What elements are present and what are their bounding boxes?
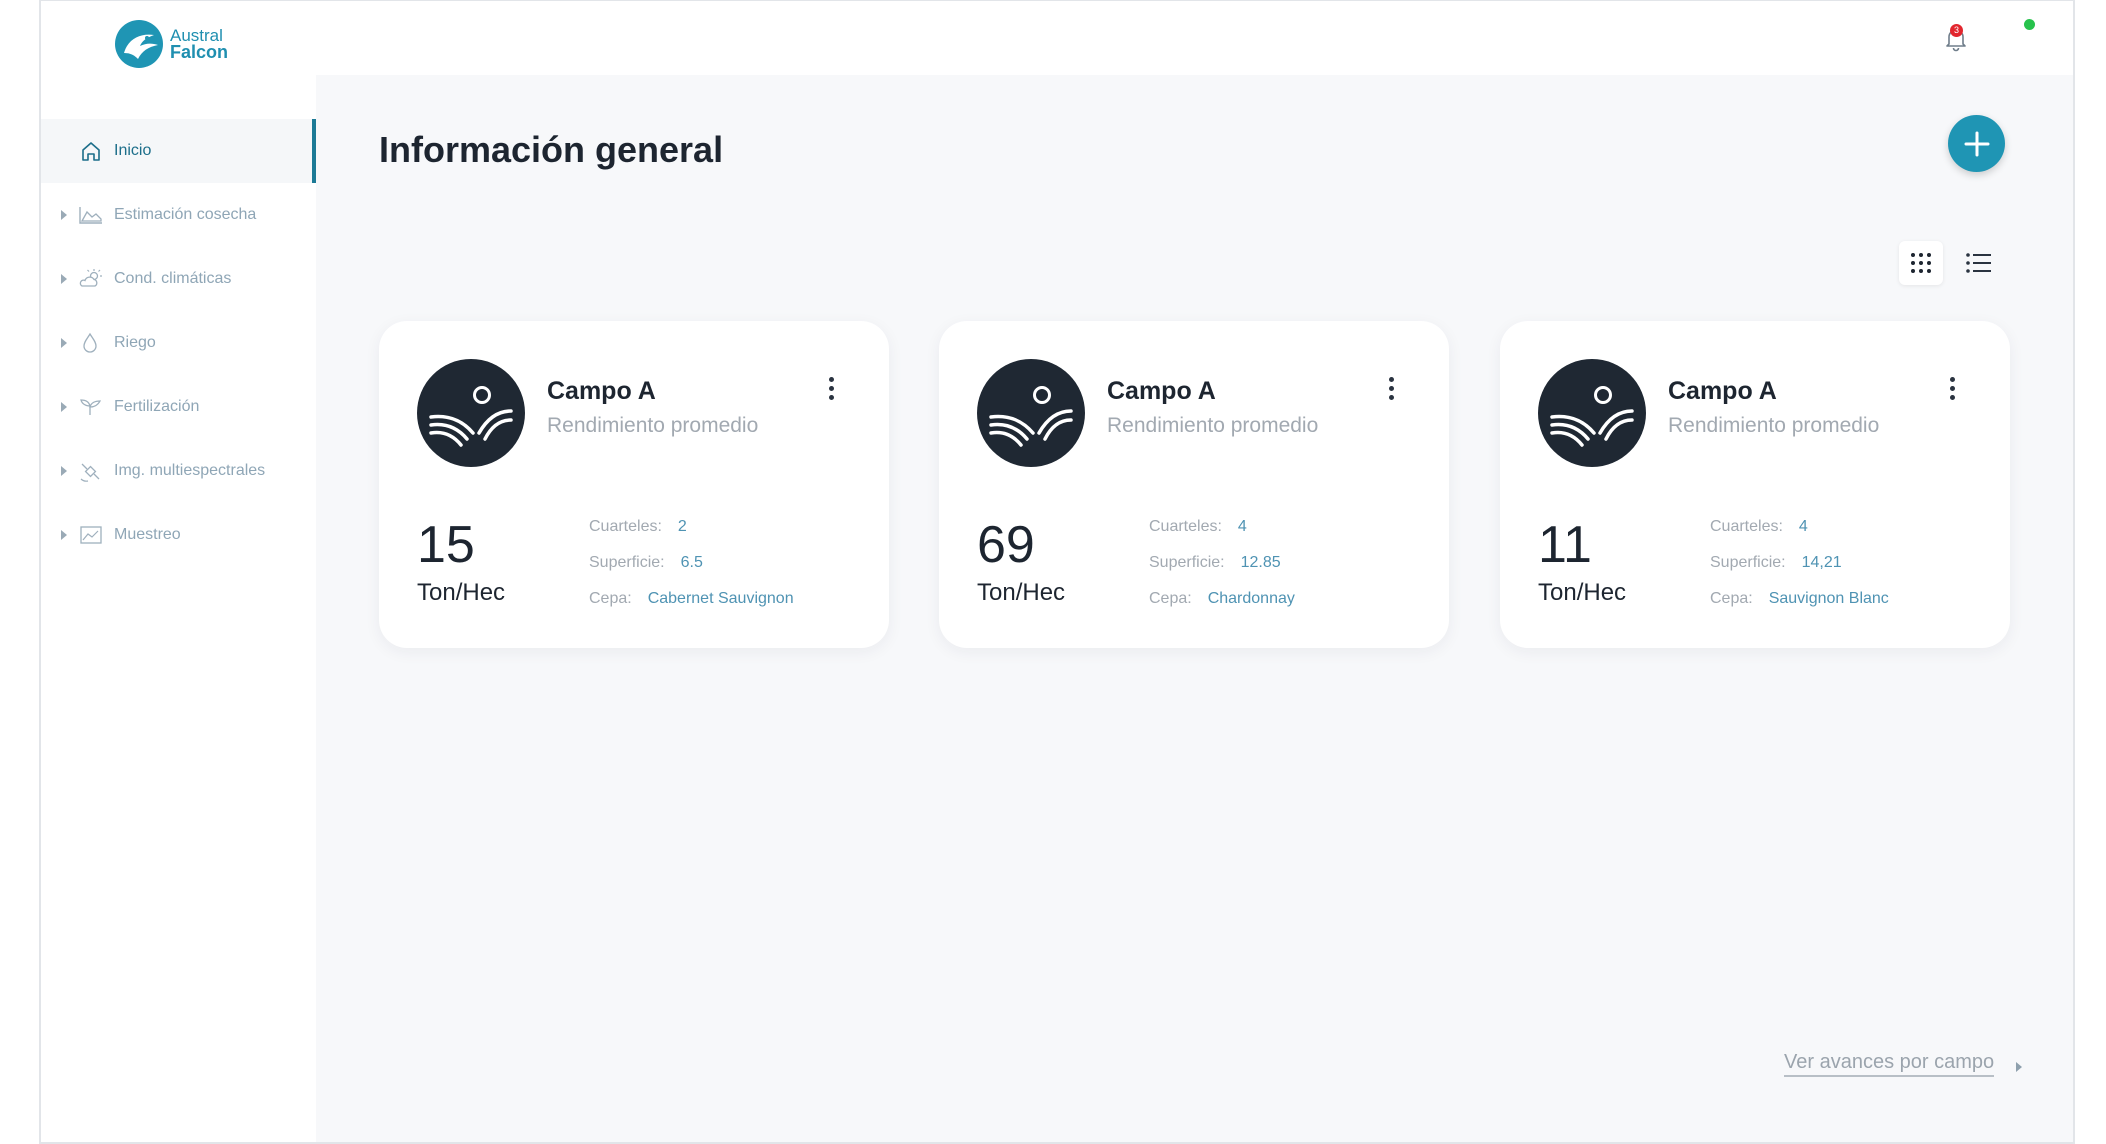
status-indicator (2024, 19, 2035, 30)
cuarteles-label: Cuarteles: (1710, 518, 1783, 535)
top-bar: 3 (316, 1, 2073, 75)
sidebar-item-label: Muestreo (114, 526, 181, 543)
page-title: Información general (379, 129, 724, 170)
sidebar-item-label: Estimación cosecha (114, 206, 257, 223)
cuarteles-label: Cuarteles: (589, 518, 662, 535)
superficie-label: Superficie: (1149, 554, 1225, 571)
image-chart-icon (78, 524, 104, 546)
cepa-value: Sauvignon Blanc (1768, 590, 1889, 607)
brand-name: Austral Falcon (170, 27, 228, 61)
caret-right-icon (61, 530, 67, 540)
cuarteles-value: 4 (1237, 518, 1247, 535)
cuarteles-row: Cuarteles: 4 (1710, 518, 1808, 536)
cepa-row: Cepa: Cabernet Sauvignon (589, 590, 794, 608)
sidebar-item-fertilizacion[interactable]: Fertilización (41, 375, 316, 439)
superficie-value: 6.5 (680, 554, 703, 571)
yield-value: 11 (1538, 516, 1592, 574)
falcon-logo-icon (115, 20, 163, 68)
list-icon (1966, 253, 1991, 273)
superficie-row: Superficie: 6.5 (589, 554, 703, 572)
caret-right-icon (61, 274, 67, 284)
yield-unit: Ton/Hec (977, 579, 1066, 606)
cuarteles-label: Cuarteles: (1149, 518, 1222, 535)
sidebar-item-muestreo[interactable]: Muestreo (41, 503, 316, 567)
cuarteles-value: 4 (1798, 518, 1808, 535)
cepa-value: Chardonnay (1207, 590, 1295, 607)
yield-value: 15 (417, 516, 475, 574)
brand-logo[interactable]: Austral Falcon (114, 19, 228, 69)
field-card[interactable]: Campo A Rendimiento promedio 11 Ton/Hec … (1500, 321, 2010, 648)
sidebar-nav: Inicio Estimación cosecha Cond. climátic… (41, 119, 316, 567)
field-name: Campo A (1107, 377, 1216, 405)
sidebar-item-label: Riego (114, 334, 156, 351)
cuarteles-value: 2 (677, 518, 687, 535)
sidebar-item-estimacion-cosecha[interactable]: Estimación cosecha (41, 183, 316, 247)
field-card[interactable]: Campo A Rendimiento promedio 15 Ton/Hec … (379, 321, 889, 648)
brand-line2: Falcon (170, 42, 229, 62)
home-icon (78, 140, 104, 162)
superficie-row: Superficie: 14,21 (1710, 554, 1842, 572)
sidebar-item-label: Inicio (114, 142, 152, 159)
list-view-button[interactable] (1957, 241, 2001, 285)
caret-right-icon (61, 338, 67, 348)
sidebar-item-img-multiespectrales[interactable]: Img. multiespectrales (41, 439, 316, 503)
notification-badge: 3 (1950, 24, 1963, 37)
field-subtitle: Rendimiento promedio (547, 414, 759, 437)
vineyard-icon (977, 359, 1085, 467)
cuarteles-row: Cuarteles: 4 (1149, 518, 1247, 536)
caret-right-icon[interactable] (2016, 1062, 2022, 1072)
plus-icon (1964, 131, 1989, 156)
cepa-label: Cepa: (1149, 590, 1192, 607)
cepa-value: Cabernet Sauvignon (647, 590, 794, 607)
superficie-value: 12.85 (1240, 554, 1281, 571)
chart-area-icon (78, 204, 104, 226)
sidebar-item-cond-climaticas[interactable]: Cond. climáticas (41, 247, 316, 311)
sidebar-item-label: Cond. climáticas (114, 270, 232, 287)
cepa-row: Cepa: Sauvignon Blanc (1710, 590, 1889, 608)
sidebar-item-label: Fertilización (114, 398, 200, 415)
field-subtitle: Rendimiento promedio (1107, 414, 1319, 437)
caret-right-icon (61, 210, 67, 220)
caret-right-icon (61, 402, 67, 412)
satellite-icon (78, 460, 104, 482)
add-button[interactable] (1948, 115, 2005, 172)
superficie-label: Superficie: (1710, 554, 1786, 571)
vineyard-icon (1538, 359, 1646, 467)
yield-value: 69 (977, 516, 1035, 574)
sidebar: Austral Falcon Inicio Estimación cosecha (41, 1, 316, 1142)
sprout-icon (78, 396, 104, 418)
kebab-menu-icon[interactable] (827, 377, 835, 403)
cepa-row: Cepa: Chardonnay (1149, 590, 1295, 608)
vineyard-icon (417, 359, 525, 467)
cepa-label: Cepa: (1710, 590, 1753, 607)
kebab-menu-icon[interactable] (1948, 377, 1956, 403)
ver-avances-link[interactable]: Ver avances por campo (1784, 1051, 1995, 1077)
superficie-row: Superficie: 12.85 (1149, 554, 1281, 572)
field-subtitle: Rendimiento promedio (1668, 414, 1880, 437)
cloud-sun-icon (78, 268, 104, 290)
grid-view-button[interactable] (1899, 241, 1943, 285)
sidebar-item-riego[interactable]: Riego (41, 311, 316, 375)
superficie-label: Superficie: (589, 554, 665, 571)
cuarteles-row: Cuarteles: 2 (589, 518, 687, 536)
sidebar-item-label: Img. multiespectrales (114, 462, 266, 479)
yield-unit: Ton/Hec (1538, 579, 1627, 606)
cepa-label: Cepa: (589, 590, 632, 607)
field-name: Campo A (547, 377, 656, 405)
yield-unit: Ton/Hec (417, 579, 506, 606)
kebab-menu-icon[interactable] (1387, 377, 1395, 403)
field-name: Campo A (1668, 377, 1777, 405)
superficie-value: 14,21 (1801, 554, 1842, 571)
sidebar-item-inicio[interactable]: Inicio (41, 119, 316, 183)
grid-dots-icon (1911, 253, 1931, 273)
caret-right-icon (61, 466, 67, 476)
field-card[interactable]: Campo A Rendimiento promedio 69 Ton/Hec … (939, 321, 1449, 648)
app-frame: Austral Falcon Inicio Estimación cosecha (39, 0, 2075, 1144)
water-drop-icon (78, 332, 104, 354)
